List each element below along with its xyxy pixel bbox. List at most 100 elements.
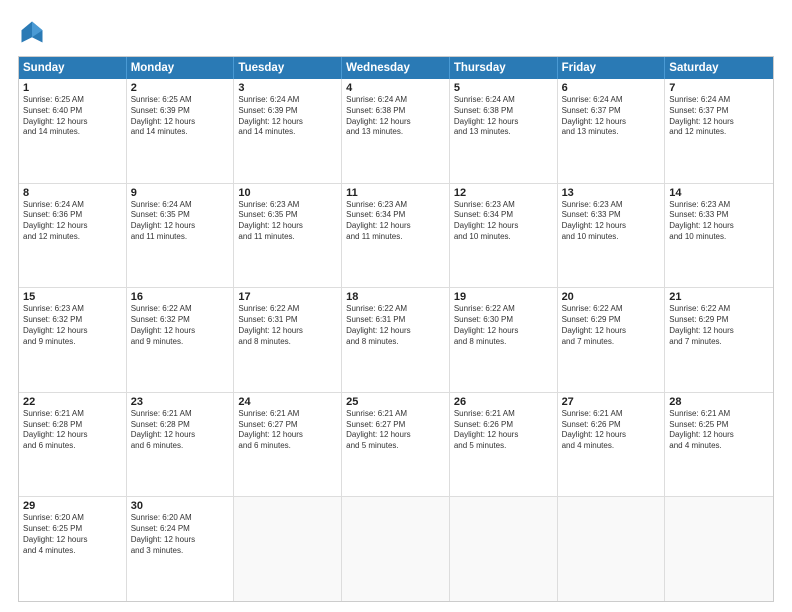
day-info: Sunrise: 6:21 AMSunset: 6:26 PMDaylight:… [454, 409, 553, 452]
cal-header-cell: Sunday [19, 57, 127, 79]
cal-cell: 3Sunrise: 6:24 AMSunset: 6:39 PMDaylight… [234, 79, 342, 183]
day-info: Sunrise: 6:21 AMSunset: 6:25 PMDaylight:… [669, 409, 769, 452]
cal-cell: 30Sunrise: 6:20 AMSunset: 6:24 PMDayligh… [127, 497, 235, 601]
cal-cell: 20Sunrise: 6:22 AMSunset: 6:29 PMDayligh… [558, 288, 666, 392]
day-number: 27 [562, 396, 661, 408]
day-info: Sunrise: 6:21 AMSunset: 6:27 PMDaylight:… [346, 409, 445, 452]
day-number: 26 [454, 396, 553, 408]
day-info: Sunrise: 6:22 AMSunset: 6:31 PMDaylight:… [346, 304, 445, 347]
day-number: 17 [238, 291, 337, 303]
day-info: Sunrise: 6:20 AMSunset: 6:25 PMDaylight:… [23, 513, 122, 556]
cal-header-cell: Thursday [450, 57, 558, 79]
day-number: 13 [562, 187, 661, 199]
cal-cell [665, 497, 773, 601]
day-number: 9 [131, 187, 230, 199]
cal-week: 15Sunrise: 6:23 AMSunset: 6:32 PMDayligh… [19, 288, 773, 393]
day-info: Sunrise: 6:21 AMSunset: 6:28 PMDaylight:… [23, 409, 122, 452]
cal-cell: 13Sunrise: 6:23 AMSunset: 6:33 PMDayligh… [558, 184, 666, 288]
day-number: 24 [238, 396, 337, 408]
cal-cell [450, 497, 558, 601]
cal-header-cell: Tuesday [234, 57, 342, 79]
day-info: Sunrise: 6:23 AMSunset: 6:33 PMDaylight:… [562, 200, 661, 243]
day-info: Sunrise: 6:24 AMSunset: 6:36 PMDaylight:… [23, 200, 122, 243]
day-info: Sunrise: 6:24 AMSunset: 6:37 PMDaylight:… [562, 95, 661, 138]
cal-cell: 8Sunrise: 6:24 AMSunset: 6:36 PMDaylight… [19, 184, 127, 288]
day-number: 25 [346, 396, 445, 408]
day-info: Sunrise: 6:24 AMSunset: 6:35 PMDaylight:… [131, 200, 230, 243]
day-info: Sunrise: 6:23 AMSunset: 6:34 PMDaylight:… [346, 200, 445, 243]
day-info: Sunrise: 6:25 AMSunset: 6:40 PMDaylight:… [23, 95, 122, 138]
day-number: 6 [562, 82, 661, 94]
calendar: SundayMondayTuesdayWednesdayThursdayFrid… [18, 56, 774, 602]
cal-week: 22Sunrise: 6:21 AMSunset: 6:28 PMDayligh… [19, 393, 773, 498]
cal-cell: 24Sunrise: 6:21 AMSunset: 6:27 PMDayligh… [234, 393, 342, 497]
day-info: Sunrise: 6:22 AMSunset: 6:29 PMDaylight:… [562, 304, 661, 347]
cal-cell: 16Sunrise: 6:22 AMSunset: 6:32 PMDayligh… [127, 288, 235, 392]
day-number: 18 [346, 291, 445, 303]
cal-cell: 17Sunrise: 6:22 AMSunset: 6:31 PMDayligh… [234, 288, 342, 392]
cal-cell: 21Sunrise: 6:22 AMSunset: 6:29 PMDayligh… [665, 288, 773, 392]
cal-cell: 12Sunrise: 6:23 AMSunset: 6:34 PMDayligh… [450, 184, 558, 288]
day-number: 19 [454, 291, 553, 303]
cal-cell: 18Sunrise: 6:22 AMSunset: 6:31 PMDayligh… [342, 288, 450, 392]
day-info: Sunrise: 6:22 AMSunset: 6:30 PMDaylight:… [454, 304, 553, 347]
cal-week: 8Sunrise: 6:24 AMSunset: 6:36 PMDaylight… [19, 184, 773, 289]
cal-header-cell: Saturday [665, 57, 773, 79]
day-number: 8 [23, 187, 122, 199]
day-info: Sunrise: 6:21 AMSunset: 6:27 PMDaylight:… [238, 409, 337, 452]
cal-cell: 9Sunrise: 6:24 AMSunset: 6:35 PMDaylight… [127, 184, 235, 288]
day-number: 22 [23, 396, 122, 408]
calendar-body: 1Sunrise: 6:25 AMSunset: 6:40 PMDaylight… [19, 79, 773, 601]
day-info: Sunrise: 6:22 AMSunset: 6:32 PMDaylight:… [131, 304, 230, 347]
cal-cell: 7Sunrise: 6:24 AMSunset: 6:37 PMDaylight… [665, 79, 773, 183]
cal-cell: 1Sunrise: 6:25 AMSunset: 6:40 PMDaylight… [19, 79, 127, 183]
day-number: 23 [131, 396, 230, 408]
cal-cell: 6Sunrise: 6:24 AMSunset: 6:37 PMDaylight… [558, 79, 666, 183]
day-number: 3 [238, 82, 337, 94]
day-info: Sunrise: 6:20 AMSunset: 6:24 PMDaylight:… [131, 513, 230, 556]
cal-cell: 28Sunrise: 6:21 AMSunset: 6:25 PMDayligh… [665, 393, 773, 497]
day-info: Sunrise: 6:22 AMSunset: 6:29 PMDaylight:… [669, 304, 769, 347]
day-info: Sunrise: 6:22 AMSunset: 6:31 PMDaylight:… [238, 304, 337, 347]
header [18, 18, 774, 46]
cal-cell: 27Sunrise: 6:21 AMSunset: 6:26 PMDayligh… [558, 393, 666, 497]
day-number: 21 [669, 291, 769, 303]
calendar-header-row: SundayMondayTuesdayWednesdayThursdayFrid… [19, 57, 773, 79]
day-info: Sunrise: 6:24 AMSunset: 6:38 PMDaylight:… [454, 95, 553, 138]
day-number: 28 [669, 396, 769, 408]
cal-cell: 14Sunrise: 6:23 AMSunset: 6:33 PMDayligh… [665, 184, 773, 288]
logo [18, 18, 50, 46]
day-info: Sunrise: 6:23 AMSunset: 6:33 PMDaylight:… [669, 200, 769, 243]
cal-cell: 2Sunrise: 6:25 AMSunset: 6:39 PMDaylight… [127, 79, 235, 183]
day-number: 11 [346, 187, 445, 199]
day-number: 10 [238, 187, 337, 199]
cal-cell: 23Sunrise: 6:21 AMSunset: 6:28 PMDayligh… [127, 393, 235, 497]
day-info: Sunrise: 6:23 AMSunset: 6:34 PMDaylight:… [454, 200, 553, 243]
day-number: 30 [131, 500, 230, 512]
cal-header-cell: Monday [127, 57, 235, 79]
day-number: 12 [454, 187, 553, 199]
day-info: Sunrise: 6:21 AMSunset: 6:28 PMDaylight:… [131, 409, 230, 452]
day-number: 5 [454, 82, 553, 94]
day-info: Sunrise: 6:24 AMSunset: 6:38 PMDaylight:… [346, 95, 445, 138]
day-info: Sunrise: 6:24 AMSunset: 6:39 PMDaylight:… [238, 95, 337, 138]
cal-cell: 4Sunrise: 6:24 AMSunset: 6:38 PMDaylight… [342, 79, 450, 183]
cal-cell [558, 497, 666, 601]
logo-icon [18, 18, 46, 46]
day-number: 20 [562, 291, 661, 303]
day-info: Sunrise: 6:24 AMSunset: 6:37 PMDaylight:… [669, 95, 769, 138]
cal-cell: 10Sunrise: 6:23 AMSunset: 6:35 PMDayligh… [234, 184, 342, 288]
day-number: 1 [23, 82, 122, 94]
day-number: 16 [131, 291, 230, 303]
cal-header-cell: Friday [558, 57, 666, 79]
cal-cell: 29Sunrise: 6:20 AMSunset: 6:25 PMDayligh… [19, 497, 127, 601]
cal-week: 29Sunrise: 6:20 AMSunset: 6:25 PMDayligh… [19, 497, 773, 601]
cal-cell: 26Sunrise: 6:21 AMSunset: 6:26 PMDayligh… [450, 393, 558, 497]
cal-cell: 25Sunrise: 6:21 AMSunset: 6:27 PMDayligh… [342, 393, 450, 497]
cal-cell: 5Sunrise: 6:24 AMSunset: 6:38 PMDaylight… [450, 79, 558, 183]
day-number: 7 [669, 82, 769, 94]
cal-cell: 15Sunrise: 6:23 AMSunset: 6:32 PMDayligh… [19, 288, 127, 392]
day-info: Sunrise: 6:25 AMSunset: 6:39 PMDaylight:… [131, 95, 230, 138]
day-info: Sunrise: 6:21 AMSunset: 6:26 PMDaylight:… [562, 409, 661, 452]
day-number: 15 [23, 291, 122, 303]
